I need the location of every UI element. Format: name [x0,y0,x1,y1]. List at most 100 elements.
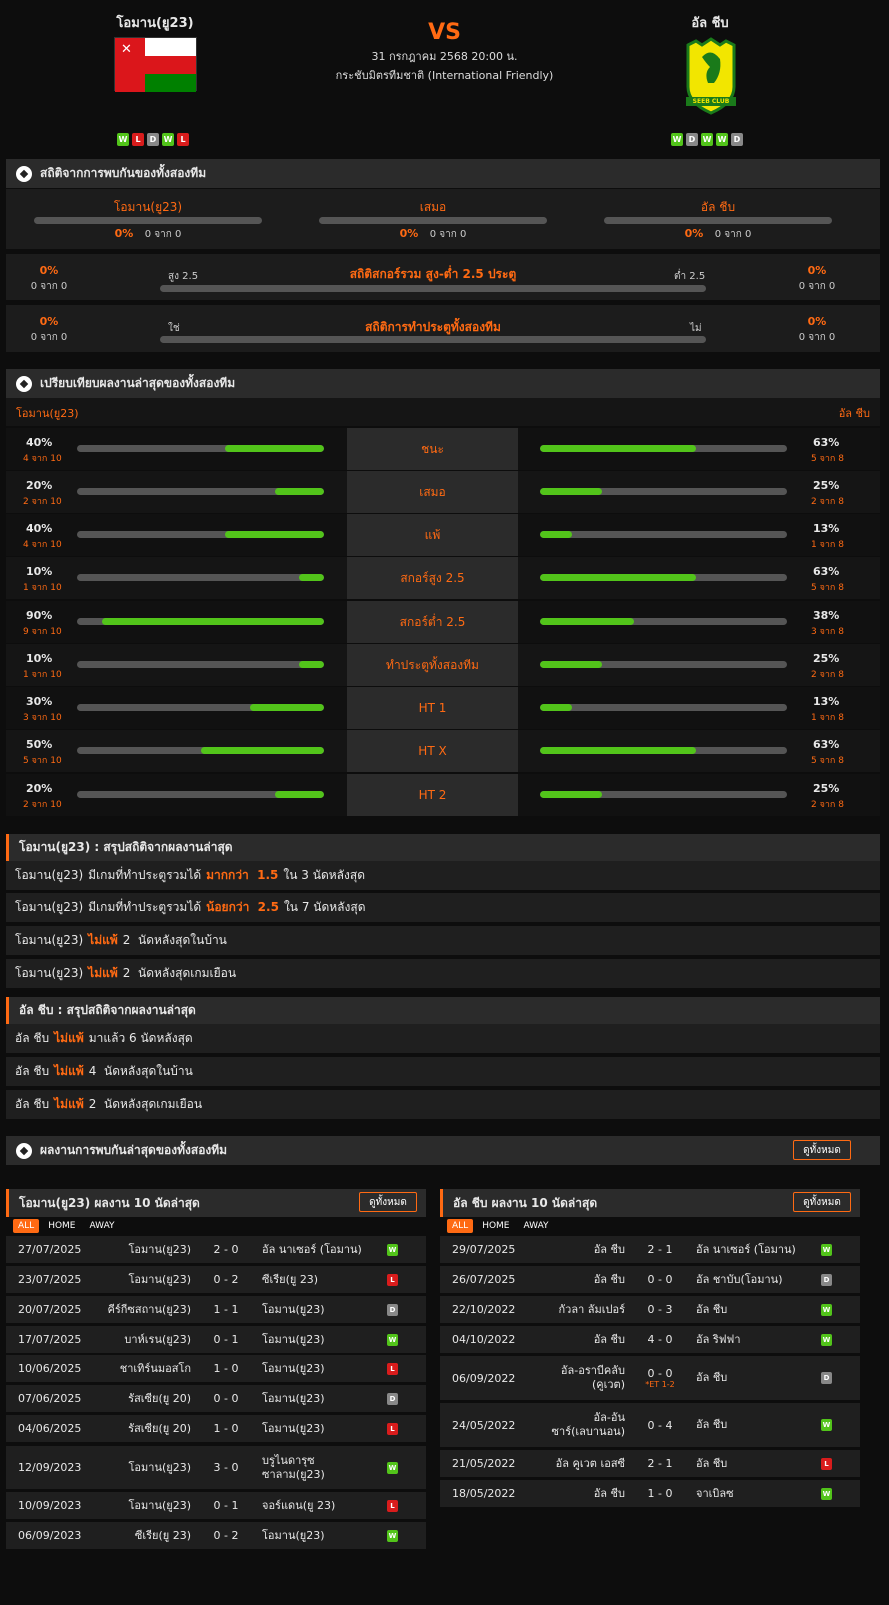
table-row[interactable]: 04/10/2022 อัล ชีบ 4 - 0 อัล ริฟฟา W [440,1326,860,1353]
score-value: 0 - 4 [647,1418,673,1432]
match-date: 10/06/2025 [18,1362,82,1375]
score: 2 - 0 [198,1236,254,1263]
away-team: โอมาน(ยู23) [262,1421,325,1435]
away-bar [540,488,787,495]
result-badge: W [821,1333,832,1346]
home-bar-fill [299,574,324,581]
table-row[interactable]: 26/07/2025 อัล ชีบ 0 - 0 อัล ชาบับ(โอมาน) D [440,1266,860,1293]
compare-section-header: เปรียบเทียบผลงานล่าสุดของทั้งสองทีม [6,369,880,398]
table-row[interactable]: 27/07/2025 โอมาน(ยู23) 2 - 0 อัล นาเซอร์ (โ… [6,1236,426,1263]
over-under-panel: 0% 0 จาก 0 สูง 2.5 สถิติสกอร์รวม สูง-ต่ำ… [6,254,880,300]
score-value: 0 - 0 [647,1273,673,1286]
view-all-away-button[interactable]: ดูทั้งหมด [793,1192,851,1212]
h2h-home-pct: 0% [114,227,134,240]
table-row[interactable]: 06/09/2022 อัล-อราบีคลับ (คูเวต) 0 - 0 *ET … [440,1356,860,1400]
tab-home[interactable]: HOME [43,1219,80,1233]
tab-home[interactable]: HOME [477,1219,514,1233]
score: 2 - 1 [632,1450,688,1477]
summary-highlight: ไม่แพ้ [88,966,118,980]
home-bar [77,704,324,711]
tab-all[interactable]: ALL [447,1219,474,1233]
summary-row: โอมาน(ยู23) ไม่แพ้ 2 นัดหลังสุดเกมเยือน [6,959,880,988]
match-date: 04/10/2022 [452,1333,516,1346]
btts-bar [160,336,706,343]
table-row[interactable]: 04/06/2025 รัสเซีย(ยู 20) 1 - 0 โอมาน(ยู23)… [6,1415,426,1442]
home-team: อัล คูเวต เอสซี [555,1456,625,1470]
table-row[interactable]: 22/10/2022 กัวลา ลัมเปอร์ 0 - 3 อัล ชีบ W [440,1296,860,1323]
table-row[interactable]: 06/09/2023 ซีเรีย(ยู 23) 0 - 2 โอมาน(ยู23) W [6,1522,426,1549]
score: 0 - 1 [198,1492,254,1519]
summary-team: อัล ชีบ [15,1097,50,1111]
tab-away[interactable]: AWAY [85,1219,120,1233]
ou-right-label: ต่ำ 2.5 [674,271,706,282]
summary-row: อัล ชีบ ไม่แพ้ มาแล้ว 6 นัดหลังสุด [6,1024,880,1053]
tab-all[interactable]: ALL [13,1219,40,1233]
summary-team: โอมาน(ยู23) [15,900,84,914]
score: 1 - 0 [198,1415,254,1442]
away-count: 5 จาก 8 [811,583,844,593]
away-bar-fill [540,488,602,495]
table-row[interactable]: 07/06/2025 รัสเซีย(ยู 20) 0 - 0 โอมาน(ยู23)… [6,1385,426,1412]
summary-detail: 2 นัดหลังสุดเกมเยือน [122,966,237,980]
table-row[interactable]: 20/07/2025 คีร์กีซสถาน(ยู23) 1 - 1 โอมาน(ยู… [6,1296,426,1323]
table-row[interactable]: 24/05/2022 อัล-อันซาร์(เลบานอน) 0 - 4 อัล ช… [440,1403,860,1447]
match-date: 18/05/2022 [452,1487,516,1500]
score: 0 - 4 [632,1403,688,1447]
table-row[interactable]: 10/09/2023 โอมาน(ยู23) 0 - 1 จอร์แดน(ยู 23)… [6,1492,426,1519]
score: 0 - 0 *ET 1-2 [632,1356,688,1400]
match-date: 27/07/2025 [18,1243,82,1256]
away-count: 2 จาก 8 [811,800,844,810]
match-date: 29/07/2025 [452,1243,516,1256]
summary-row: โอมาน(ยู23) มีเกมที่ทำประตูรวมได้ มากกว่า … [6,861,880,890]
home-team: อัล ชีบ [593,1272,625,1286]
away-pct: 25% [813,782,840,795]
table-row[interactable]: 12/09/2023 โอมาน(ยู23) 3 - 0 บรูไนดารุซ ซาล… [6,1446,426,1489]
home-recent-title: โอมาน(ยู23) ผลงาน 10 นัดล่าสุด [19,1195,200,1210]
away-team: อัล นาเซอร์ (โอมาน) [696,1242,796,1256]
view-all-h2h-button[interactable]: ดูทั้งหมด [793,1140,851,1160]
summary-detail: 2 นัดหลังสุดเกมเยือน [88,1097,203,1111]
away-count: 2 จาก 8 [811,670,844,680]
summary-row: อัล ชีบ ไม่แพ้ 4 นัดหลังสุดในบ้าน [6,1057,880,1086]
score: 0 - 2 [198,1266,254,1293]
table-row[interactable]: 18/05/2022 อัล ชีบ 1 - 0 จาเบิลซ W [440,1480,860,1507]
away-bar-fill [540,445,696,452]
match-date: 23/07/2025 [18,1273,82,1286]
score-value: 2 - 1 [647,1457,673,1470]
match-date: 04/06/2025 [18,1422,82,1435]
away-team: โอมาน(ยู23) [262,1332,325,1346]
table-row[interactable]: 23/07/2025 โอมาน(ยู23) 0 - 2 ซีเรีย(ยู 23) L [6,1266,426,1293]
result-badge: W [387,1461,398,1474]
away-count: 2 จาก 8 [811,497,844,507]
home-filter-tabs: ALL HOME AWAY [13,1219,120,1233]
h2h-away-pct: 0% [684,227,704,240]
home-team: อัล-อันซาร์(เลบานอน) [551,1411,625,1438]
summary-row: อัล ชีบ ไม่แพ้ 2 นัดหลังสุดเกมเยือน [6,1090,880,1119]
away-team: จอร์แดน(ยู 23) [262,1498,336,1512]
form-badge: W [117,133,129,146]
table-row[interactable]: 17/07/2025 บาห์เรน(ยู23) 0 - 1 โอมาน(ยู23) W [6,1326,426,1353]
home-pct: 50% [26,738,53,751]
compare-home-label: โอมาน(ยู23) [16,407,79,420]
away-pct: 63% [813,738,840,751]
h2h-draw-label: เสมอ [419,200,447,214]
score: 0 - 0 [632,1266,688,1293]
recent-title: ผลงานการพบกันล่าสุดของทั้งสองทีม [40,1143,228,1157]
score-value: 4 - 0 [647,1333,673,1346]
compare-away-label: อัล ชีบ [838,407,870,420]
ou-right-count: 0 จาก 0 [798,281,836,292]
table-row[interactable]: 21/05/2022 อัล คูเวต เอสซี 2 - 1 อัล ชีบ L [440,1450,860,1477]
ou-left-count: 0 จาก 0 [30,281,68,292]
home-count: 5 จาก 10 [23,756,62,766]
tab-away[interactable]: AWAY [519,1219,554,1233]
away-team: อัล ชาบับ(โอมาน) [696,1272,783,1286]
score-value: 0 - 2 [213,1273,239,1286]
form-badge: W [162,133,174,146]
away-bar [540,574,787,581]
table-row[interactable]: 10/06/2025 ชาเทิร์นมอสโก 1 - 0 โอมาน(ยู23) L [6,1355,426,1382]
table-row[interactable]: 29/07/2025 อัล ชีบ 2 - 1 อัล นาเซอร์ (โอมาน… [440,1236,860,1263]
home-team: ซีเรีย(ยู 23) [134,1528,191,1542]
away-filter-tabs: ALL HOME AWAY [447,1219,554,1233]
view-all-home-button[interactable]: ดูทั้งหมด [359,1192,417,1212]
form-badge: D [731,133,743,146]
